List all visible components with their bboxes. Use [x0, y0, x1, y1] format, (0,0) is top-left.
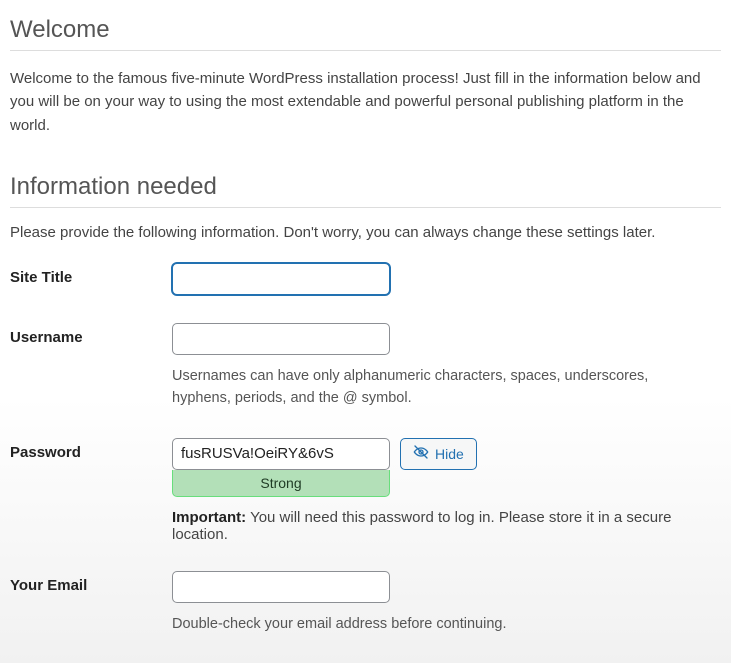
hide-button-label: Hide [435, 446, 464, 462]
info-subtext: Please provide the following information… [10, 224, 721, 241]
password-input[interactable] [172, 438, 390, 470]
password-label: Password [10, 438, 172, 461]
welcome-heading: Welcome [10, 8, 721, 51]
important-text: You will need this password to log in. P… [172, 509, 671, 543]
email-label: Your Email [10, 571, 172, 594]
hide-password-button[interactable]: Hide [400, 438, 477, 470]
password-important-note: Important: You will need this password t… [172, 509, 721, 543]
username-input[interactable] [172, 323, 390, 355]
username-label: Username [10, 323, 172, 346]
email-input[interactable] [172, 571, 390, 603]
password-strength-indicator: Strong [172, 470, 390, 497]
eye-slash-icon [413, 444, 429, 463]
password-row: Password Strong Hide Important: You will… [10, 438, 721, 543]
welcome-intro-text: Welcome to the famous five-minute WordPr… [10, 67, 721, 137]
important-label: Important: [172, 509, 246, 526]
email-row: Your Email Double-check your email addre… [10, 571, 721, 635]
site-title-label: Site Title [10, 263, 172, 286]
email-hint: Double-check your email address before c… [172, 613, 692, 635]
username-hint: Usernames can have only alphanumeric cha… [172, 365, 692, 410]
site-title-row: Site Title [10, 263, 721, 295]
username-row: Username Usernames can have only alphanu… [10, 323, 721, 410]
site-title-input[interactable] [172, 263, 390, 295]
information-needed-heading: Information needed [10, 165, 721, 208]
